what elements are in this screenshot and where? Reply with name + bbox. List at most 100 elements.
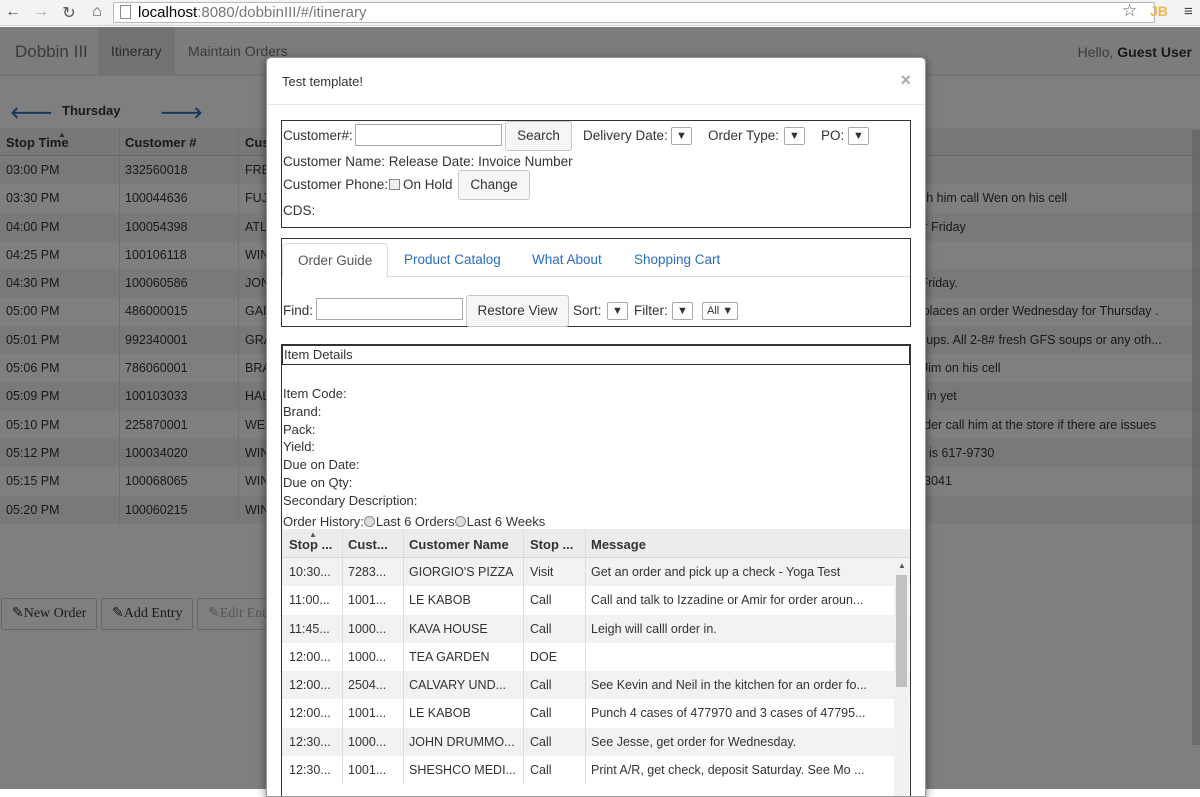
last-6-orders-radio[interactable]	[363, 516, 375, 527]
og-customer-name-cell: TEA GARDEN	[409, 649, 490, 664]
back-icon[interactable]: ←	[4, 3, 22, 21]
og-stop-time-cell: 12:30...	[289, 763, 331, 778]
delivery-date-select[interactable]: ▼	[671, 127, 692, 145]
og-customer-no-cell: 1001...	[348, 763, 387, 778]
scroll-up-icon[interactable]: ▲	[898, 561, 906, 570]
og-col-message[interactable]: Message	[591, 537, 646, 552]
customer-no-input[interactable]	[355, 124, 502, 146]
table-row[interactable]: 11:45... 1000... KAVA HOUSE Call Leigh will …	[282, 614, 910, 643]
forward-icon[interactable]: →	[32, 3, 50, 21]
item-detail-label: Brand:	[283, 403, 322, 419]
tab-what-about[interactable]: What About	[517, 243, 617, 278]
on-hold-checkbox[interactable]: On Hold	[389, 177, 453, 192]
table-row[interactable]: 12:00... 1000... TEA GARDEN DOE	[282, 642, 910, 672]
og-customer-no-cell: 2504...	[348, 678, 387, 693]
item-details-header: Item Details	[282, 345, 910, 365]
og-col-stop-time[interactable]: Stop ...	[289, 537, 332, 552]
og-customer-name-cell: LE KABOB	[409, 593, 471, 608]
modal-title: Test template!	[282, 74, 363, 89]
order-guide-body: 10:30... 7283... GIORGIO'S PIZZA Visit Get a…	[282, 558, 910, 785]
og-col-stop-type[interactable]: Stop ...	[530, 537, 573, 552]
close-icon[interactable]: ×	[900, 70, 911, 91]
sort-select[interactable]: ▼	[607, 302, 628, 320]
checkbox-icon[interactable]	[389, 179, 400, 190]
og-customer-name-cell: JOHN DRUMMO...	[409, 734, 515, 749]
url-host: localhost	[138, 4, 198, 21]
order-modal: Test template! × Customer#: Search Deliv…	[266, 57, 926, 797]
home-icon[interactable]: ⌂	[88, 3, 106, 21]
item-detail-label: Pack:	[283, 421, 316, 437]
delivery-date-label: Delivery Date:	[583, 128, 668, 143]
page-icon	[120, 5, 131, 19]
og-col-customer-name[interactable]: Customer Name	[409, 537, 509, 552]
sort-label: Sort:	[573, 303, 602, 318]
find-label: Find:	[283, 303, 314, 318]
order-guide-header: Stop ... ▲ Cust... Customer Name Stop ..…	[282, 529, 910, 558]
og-customer-name-cell: GIORGIO'S PIZZA	[409, 565, 514, 579]
og-customer-no-cell: 1000...	[348, 734, 387, 749]
sort-caret-icon: ▲	[309, 530, 317, 539]
address-bar[interactable]: localhost:8080/dobbinIII/#/itinerary	[113, 2, 1155, 23]
filter-select[interactable]: ▼	[672, 302, 693, 320]
reload-icon[interactable]: ↻	[60, 3, 78, 23]
po-select[interactable]: ▼	[848, 127, 869, 145]
filter-value: All	[707, 305, 720, 317]
customer-panel: Customer#: Search Delivery Date: ▼ Order…	[281, 120, 911, 228]
item-detail-label: Due on Qty:	[283, 475, 353, 490]
table-row[interactable]: 12:00... 2504... CALVARY UND... Call See Kev…	[282, 671, 910, 700]
og-customer-name-cell: SHESHCO MEDI...	[409, 763, 516, 778]
catalog-panel: Order Guide Product Catalog What About S…	[281, 238, 911, 327]
table-row[interactable]: 11:00... 1001... LE KABOB Call Call and talk…	[282, 586, 910, 615]
og-customer-no-cell: 1000...	[348, 621, 387, 636]
order-type-select[interactable]: ▼	[784, 127, 805, 145]
find-input[interactable]	[316, 298, 463, 320]
og-stop-type-cell: Call	[530, 621, 552, 636]
og-stop-time-cell: 12:00...	[289, 706, 331, 721]
og-stop-time-cell: 12:30...	[289, 734, 331, 749]
tab-bar: Order Guide Product Catalog What About S…	[282, 239, 910, 278]
scroll-thumb[interactable]	[896, 575, 907, 687]
order-guide-scrollbar[interactable]: ▲	[894, 559, 909, 796]
item-detail-label: Item Code:	[283, 386, 347, 401]
tab-shopping-cart[interactable]: Shopping Cart	[619, 243, 735, 278]
og-customer-no-cell: 1001...	[348, 593, 387, 608]
restore-view-button[interactable]: Restore View	[466, 295, 569, 327]
og-stop-type-cell: Call	[530, 734, 552, 749]
og-message-cell: Leigh will calll order in.	[591, 621, 717, 636]
bookmark-star-icon[interactable]: ☆	[1122, 1, 1137, 21]
table-row[interactable]: 12:30... 1001... SHESHCO MEDI... Call Print …	[282, 756, 910, 785]
item-detail-label: Secondary Description:	[283, 492, 418, 508]
tab-product-catalog[interactable]: Product Catalog	[389, 243, 516, 278]
modal-header: Test template! ×	[267, 58, 925, 105]
og-stop-time-cell: 12:00...	[289, 678, 331, 693]
og-message-cell: Punch 4 cases of 477970 and 3 cases of 4…	[591, 706, 866, 721]
og-col-customer-no[interactable]: Cust...	[348, 537, 388, 552]
og-stop-type-cell: Call	[530, 763, 552, 778]
cds-label: CDS:	[283, 203, 316, 218]
last-6-weeks-radio[interactable]	[454, 516, 466, 527]
og-customer-no-cell: 1000...	[348, 649, 387, 664]
og-customer-name-cell: KAVA HOUSE	[409, 621, 488, 636]
search-button[interactable]: Search	[505, 121, 572, 151]
og-stop-type-cell: Call	[530, 678, 552, 693]
po-label: PO:	[821, 128, 845, 143]
change-button[interactable]: Change	[458, 170, 530, 200]
og-stop-time-cell: 11:00...	[289, 593, 330, 608]
og-message-cell: Print A/R, get check, deposit Saturday. …	[591, 763, 865, 778]
filter-label: Filter:	[634, 303, 668, 318]
tab-order-guide[interactable]: Order Guide	[282, 243, 389, 278]
table-row[interactable]: 12:00... 1001... LE KABOB Call Punch 4 cases…	[282, 699, 910, 728]
browser-menu-icon[interactable]: ≡	[1184, 3, 1193, 20]
og-message-cell: Call and talk to Izzadine or Amir for or…	[591, 593, 864, 608]
order-type-label: Order Type:	[708, 128, 780, 143]
order-guide-grid: Stop ... ▲ Cust... Customer Name Stop ..…	[282, 529, 910, 785]
customer-phone-label: Customer Phone:	[283, 177, 389, 192]
table-row[interactable]: 10:30... 7283... GIORGIO'S PIZZA Visit Get a…	[282, 558, 910, 587]
extension-icon[interactable]: JB	[1150, 3, 1168, 19]
og-customer-name-cell: LE KABOB	[409, 706, 471, 721]
og-stop-time-cell: 10:30...	[289, 565, 331, 579]
og-message-cell: Get an order and pick up a check - Yoga …	[591, 565, 841, 579]
table-row[interactable]: 12:30... 1000... JOHN DRUMMO... Call See Jes…	[282, 727, 910, 757]
filter-value-select[interactable]: All ▼	[702, 302, 739, 320]
url-path: :8080/dobbinIII/#/itinerary	[197, 4, 367, 21]
